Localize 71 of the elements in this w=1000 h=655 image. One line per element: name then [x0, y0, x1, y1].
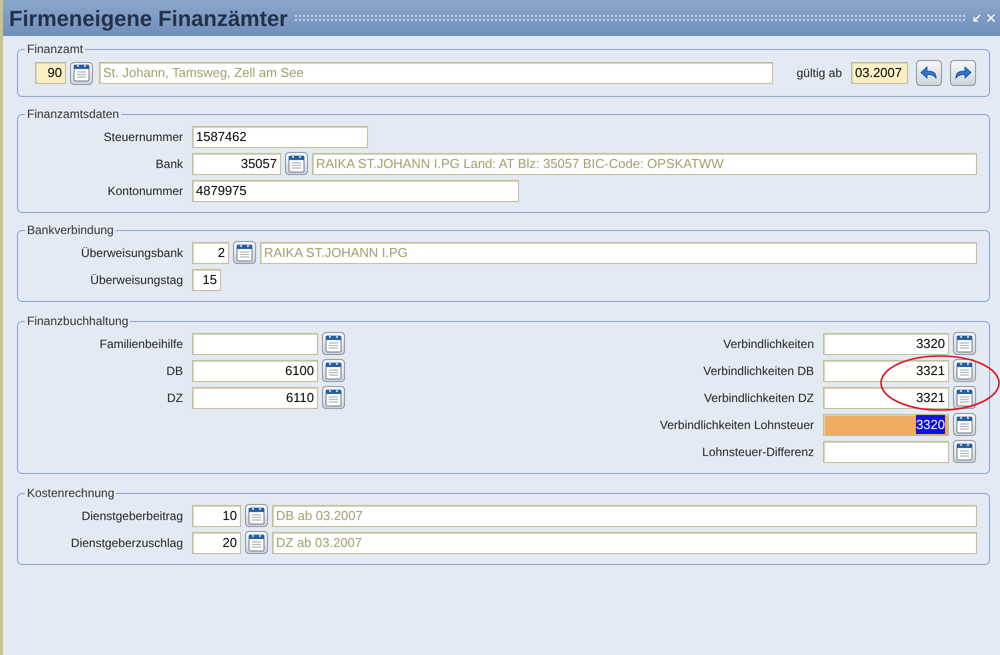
- lookup-button[interactable]: [322, 386, 345, 409]
- field-label: DB: [165, 362, 184, 380]
- input-field[interactable]: 03.2007: [851, 62, 908, 84]
- list-icon: [325, 334, 342, 352]
- field-label: Verbindlichkeiten Lohnsteuer: [660, 416, 815, 434]
- input-field[interactable]: 2: [192, 242, 229, 264]
- input-field[interactable]: 3320: [823, 332, 949, 354]
- back-button[interactable]: [916, 60, 942, 86]
- field-label: Bank: [154, 156, 184, 172]
- list-icon: [325, 362, 342, 380]
- lookup-button[interactable]: [953, 332, 976, 355]
- list-icon: [956, 362, 973, 380]
- input-field[interactable]: 15: [192, 268, 221, 290]
- lookup-button[interactable]: [245, 531, 268, 554]
- input-field[interactable]: 90: [35, 62, 66, 84]
- redo-arrow-icon: [954, 66, 972, 80]
- group-label: Kostenrechnung: [26, 485, 116, 502]
- lookup-button[interactable]: [245, 504, 268, 527]
- list-icon: [248, 534, 265, 552]
- lookup-button[interactable]: [953, 413, 976, 436]
- lookup-button[interactable]: [70, 62, 93, 84]
- lookup-button[interactable]: [953, 440, 976, 463]
- lookup-button[interactable]: [322, 359, 345, 382]
- field-label: gültig ab: [796, 65, 843, 82]
- field-label: Familienbeihilfe: [98, 336, 184, 352]
- input-field[interactable]: 4879975: [192, 180, 519, 202]
- lookup-button[interactable]: [953, 386, 976, 409]
- lookup-button[interactable]: [233, 241, 256, 264]
- field-label: Überweisungstag: [89, 272, 184, 288]
- input-field[interactable]: 3321: [823, 386, 949, 408]
- field-label: Verbindlichkeiten DZ: [704, 390, 815, 406]
- group-label: Finanzamtsdaten: [26, 106, 120, 123]
- list-icon: [956, 334, 973, 352]
- input-field[interactable]: 1587462: [192, 126, 368, 148]
- input-field[interactable]: 6100: [192, 360, 318, 382]
- field-label: Überweisungsbank: [80, 244, 184, 262]
- list-icon: [956, 416, 973, 434]
- input-field[interactable]: 10: [192, 504, 241, 526]
- group-label: Finanzamt: [26, 41, 84, 58]
- list-icon: [956, 388, 973, 406]
- list-icon: [248, 506, 265, 524]
- group-label: Bankverbindung: [26, 222, 115, 239]
- input-field[interactable]: 20: [192, 532, 241, 554]
- input-field[interactable]: 6110: [192, 386, 318, 408]
- list-icon: [236, 244, 253, 262]
- field-label: Kontonummer: [106, 182, 184, 200]
- list-icon: [73, 64, 90, 82]
- field-label: Dienstgeberbeitrag: [80, 508, 184, 524]
- lookup-button[interactable]: [322, 332, 345, 355]
- field-label: Steuernummer: [102, 128, 184, 146]
- field-label: DZ: [166, 390, 184, 406]
- undo-arrow-icon: [920, 66, 938, 80]
- input-field[interactable]: [823, 440, 949, 462]
- forward-button[interactable]: [950, 60, 976, 86]
- group-label: Finanzbuchhaltung: [26, 313, 130, 330]
- list-icon: [956, 442, 973, 460]
- field-label: Lohnsteuer-Differenz: [702, 444, 815, 460]
- input-field[interactable]: [192, 332, 318, 354]
- list-icon: [325, 388, 342, 406]
- window-title: Firmeneigene Finanzämter: [9, 4, 288, 33]
- close-icon[interactable]: [986, 13, 996, 23]
- field-label: Verbindlichkeiten: [723, 336, 815, 352]
- lookup-button[interactable]: [285, 152, 308, 175]
- input-field[interactable]: 3320: [823, 414, 949, 436]
- field-label: Dienstgeberzuschlag: [70, 534, 184, 552]
- restore-icon[interactable]: [972, 13, 982, 23]
- lookup-button[interactable]: [953, 359, 976, 382]
- list-icon: [288, 154, 305, 172]
- input-field[interactable]: 35057: [192, 152, 281, 174]
- field-label: Verbindlichkeiten DB: [703, 362, 815, 380]
- input-field[interactable]: 3321: [823, 360, 949, 382]
